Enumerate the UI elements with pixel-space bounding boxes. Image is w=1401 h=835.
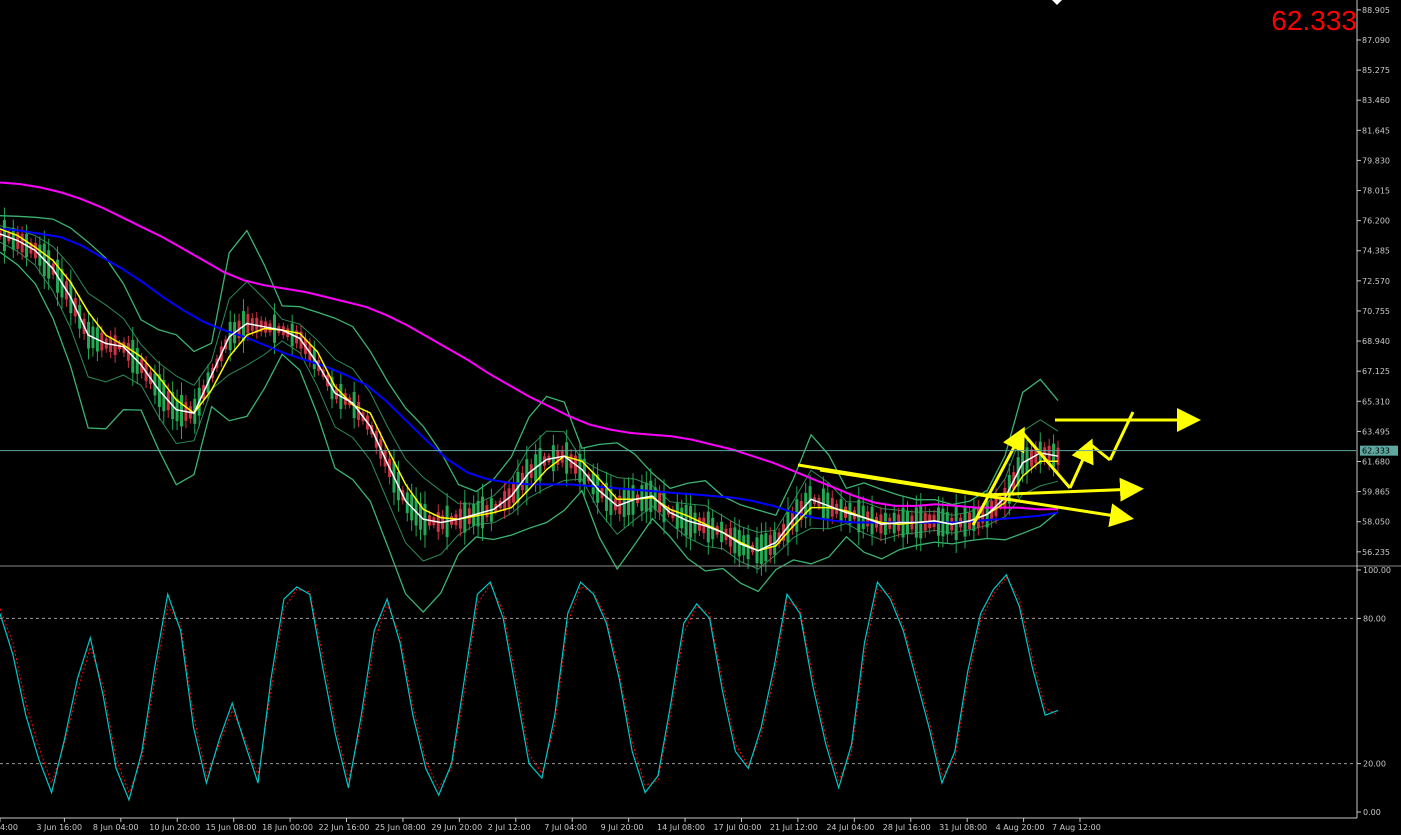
y-tick-label: 70.755 [1362,307,1390,316]
x-tick-label: 9 Jul 20:00 [601,823,644,832]
x-tick-label: 18 Jun 00:00 [262,823,313,832]
y-tick-label: 56.235 [1362,548,1390,557]
x-tick-label: 14 Jul 08:00 [657,823,705,832]
y-tick-label: 68.940 [1362,337,1390,346]
stoch-tick-label: 20.00 [1363,760,1386,769]
y-tick-label: 83.460 [1362,96,1390,105]
x-tick-label: 3 Jun 16:00 [36,823,82,832]
x-tick-label: 2 Jul 12:00 [488,823,531,832]
current-price-display: 62.333 [1271,5,1357,36]
y-tick-label: 78.015 [1362,187,1390,196]
x-tick-label: 25 Jun 08:00 [375,823,426,832]
price-tag-label: 62.333 [1362,447,1390,456]
y-tick-label: 87.090 [1362,36,1390,45]
y-tick-label: 81.645 [1362,126,1390,135]
x-tick-label: 10 Jun 20:00 [149,823,200,832]
y-tick-label: 61.680 [1362,457,1390,466]
x-tick-label: 15 Jun 08:00 [206,823,257,832]
y-tick-label: 88.905 [1362,6,1390,15]
trading-chart[interactable]: 88.905 87.090 85.275 83.460 81.645 79.830 78.0… [0,0,1401,835]
stoch-tick-label: 100.00 [1363,566,1391,575]
y-tick-label: 65.310 [1362,397,1390,406]
x-tick-label: 21 Jul 12:00 [770,823,818,832]
stoch-tick-label: 80.00 [1363,614,1386,623]
y-tick-label: 76.200 [1362,217,1390,226]
y-tick-label: 67.125 [1362,367,1390,376]
y-tick-label: 72.570 [1362,277,1390,286]
y-tick-label: 85.275 [1362,66,1390,75]
x-tick-label: 7 Jul 04:00 [544,823,587,832]
stoch-tick-label: 0.00 [1363,808,1381,817]
y-tick-label: 74.385 [1362,247,1390,256]
x-tick-label: 4:00 [0,823,18,832]
x-tick-label: 28 Jul 16:00 [883,823,931,832]
x-tick-label: 4 Aug 20:00 [996,823,1045,832]
y-tick-label: 63.495 [1362,427,1390,436]
y-tick-label: 79.830 [1362,156,1390,165]
x-tick-label: 7 Aug 12:00 [1052,823,1101,832]
chart-background [0,0,1401,835]
x-tick-label: 22 Jun 16:00 [319,823,370,832]
x-tick-label: 31 Jul 08:00 [939,823,987,832]
x-tick-label: 8 Jun 04:00 [93,823,139,832]
y-tick-label: 58.050 [1362,518,1390,527]
x-tick-label: 29 Jun 20:00 [431,823,482,832]
x-tick-label: 17 Jul 00:00 [713,823,761,832]
y-tick-label: 59.865 [1362,488,1390,497]
x-tick-label: 24 Jul 04:00 [826,823,874,832]
